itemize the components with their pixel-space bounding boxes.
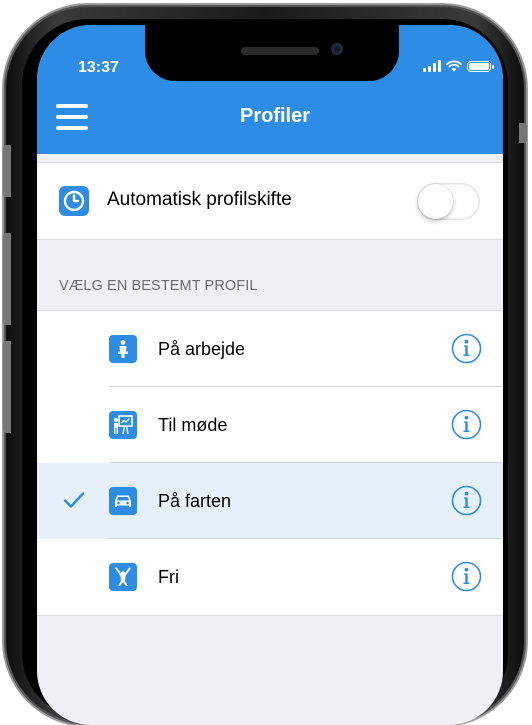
app-screen: 13:37 Profiler Automatisk profilskifte V…	[37, 25, 503, 725]
app-header: 13:37 Profiler	[37, 25, 503, 154]
profile-row-driving[interactable]: På farten	[37, 463, 503, 539]
worker-icon	[109, 335, 137, 363]
page-title: Profiler	[239, 105, 311, 127]
info-icon[interactable]	[451, 333, 482, 364]
profile-label: Til møde	[158, 415, 228, 435]
profile-label: På arbejde	[158, 339, 246, 359]
speaker-grille	[241, 47, 319, 55]
volume-down-button	[3, 341, 11, 433]
info-icon[interactable]	[451, 561, 482, 592]
clock-icon	[59, 186, 89, 216]
section-header: VÆLG EN BESTEMT PROFIL	[37, 240, 503, 310]
auto-switch-row: Automatisk profilskifte	[37, 162, 503, 240]
profile-label: På farten	[158, 491, 232, 511]
info-icon[interactable]	[451, 485, 482, 516]
volume-up-button	[3, 233, 11, 325]
jumping-person-icon	[109, 563, 137, 591]
auto-switch-label: Automatisk profilskifte	[107, 189, 292, 210]
notch	[145, 25, 399, 81]
info-icon[interactable]	[451, 409, 482, 440]
profile-label: Fri	[158, 567, 179, 587]
battery-icon	[467, 60, 494, 72]
presentation-icon	[109, 411, 137, 439]
profile-list: På arbejde Til møde På farten Fri	[37, 310, 503, 616]
signal-icon	[423, 60, 441, 72]
auto-switch-toggle[interactable]	[417, 183, 480, 220]
status-icons	[423, 59, 494, 73]
mute-switch	[3, 145, 11, 197]
front-camera	[331, 43, 343, 55]
wifi-icon	[446, 60, 462, 72]
profile-row-free[interactable]: Fri	[37, 539, 503, 615]
power-button	[519, 123, 527, 143]
status-time: 13:37	[78, 59, 119, 76]
profile-row-meeting[interactable]: Til møde	[37, 387, 503, 463]
profile-row-work[interactable]: På arbejde	[37, 311, 503, 387]
section-title: VÆLG EN BESTEMT PROFIL	[59, 278, 258, 294]
car-icon	[109, 487, 137, 515]
toggle-knob	[418, 184, 453, 219]
content: Automatisk profilskifte VÆLG EN BESTEMT …	[37, 154, 503, 616]
checkmark-icon	[63, 492, 85, 508]
